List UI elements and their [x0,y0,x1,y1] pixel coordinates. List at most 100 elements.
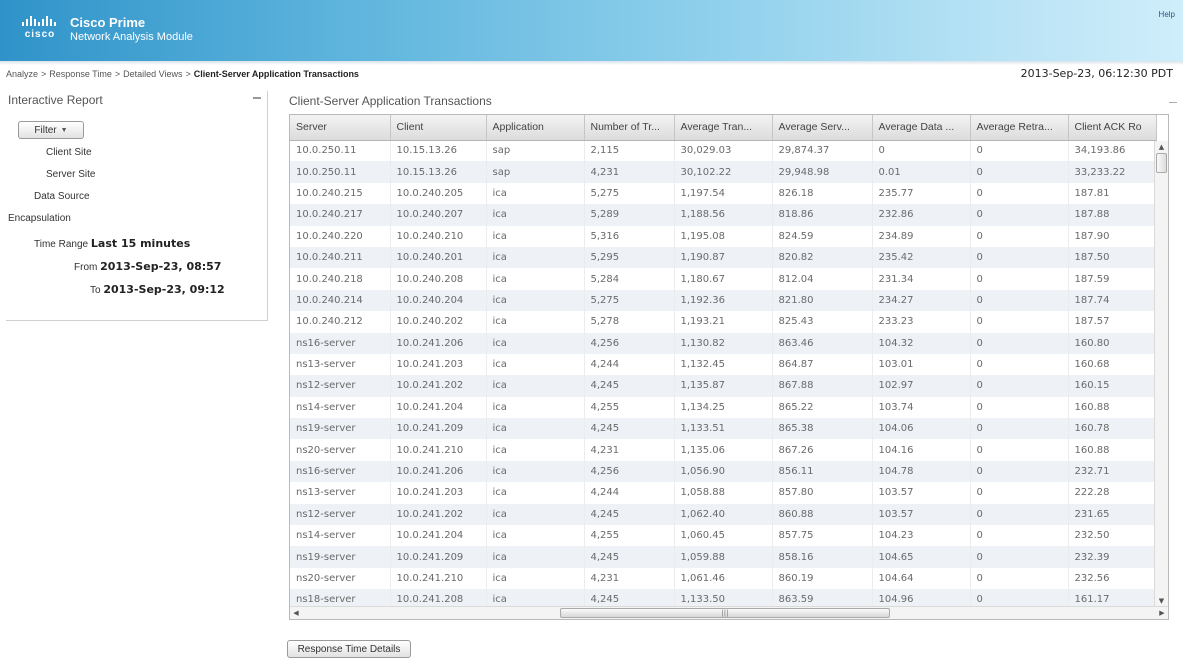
table-row[interactable]: ns13-server 10.0.241.203 ica 4,244 1,058.88 8… [290,482,1157,504]
horizontal-scrollbar[interactable]: ◀ ||| ▶ [290,606,1168,619]
table-row[interactable]: ns20-server 10.0.241.210 ica 4,231 1,061.46 8… [290,567,1157,590]
table-cell: 865.22 [772,396,873,419]
table-cell: 187.88 [1068,204,1157,226]
module-name: Network Analysis Module [70,31,193,43]
column-header[interactable]: Average Retra... [970,115,1069,141]
brand: cisco Cisco Prime Network Analysis Modul… [18,14,193,46]
minimize-icon[interactable] [253,97,261,99]
table-cell: sap [486,161,585,183]
breadcrumb-analyze[interactable]: Analyze [6,69,38,79]
table-row[interactable]: 10.0.250.11 10.15.13.26 sap 4,231 30,102.22 2… [290,161,1157,183]
table-cell: 104.16 [872,439,971,461]
table-row[interactable]: ns13-server 10.0.241.203 ica 4,244 1,132.45 8… [290,353,1157,376]
table-cell: ns12-server [290,503,391,526]
column-header[interactable]: Number of Tr... [584,115,675,141]
table-cell: 4,244 [584,353,675,376]
table-cell: ica [486,503,585,526]
help-link[interactable]: Help [1159,10,1175,19]
table-cell: 0 [970,289,1069,312]
vertical-scroll-thumb[interactable] [1156,153,1167,173]
table-cell: 10.0.241.204 [390,396,487,419]
table-row[interactable]: 10.0.240.211 10.0.240.201 ica 5,295 1,190.87… [290,246,1157,269]
table-cell: 865.38 [772,418,873,440]
table-row[interactable]: 10.0.240.218 10.0.240.208 ica 5,284 1,180.67… [290,268,1157,290]
table-row[interactable]: ns16-server 10.0.241.206 ica 4,256 1,130.82 8… [290,332,1157,354]
time-range-label: Time Range [34,239,89,250]
table-cell: 10.0.241.210 [390,567,487,590]
table-cell: 0 [970,332,1069,354]
table-row[interactable]: 10.0.240.217 10.0.240.207 ica 5,289 1,188.56… [290,204,1157,226]
table-cell: 858.16 [772,546,873,568]
table-cell: ns19-server [290,546,391,568]
breadcrumb-bar: Analyze > Response Time > Detailed Views > Cli… [0,66,1183,84]
column-header[interactable]: Average Data ... [872,115,971,141]
table-row[interactable]: ns20-server 10.0.241.210 ica 4,231 1,135.06 8… [290,439,1157,461]
table-cell: 231.34 [872,268,971,290]
table-row[interactable]: ns14-server 10.0.241.204 ica 4,255 1,060.45 8… [290,525,1157,547]
table-cell: 104.65 [872,546,971,568]
column-header[interactable]: Client [390,115,487,141]
table-cell: 10.0.241.206 [390,460,487,483]
horizontal-scroll-thumb[interactable]: ||| [560,608,890,618]
table-cell: 10.0.240.205 [390,182,487,205]
vertical-scrollbar[interactable]: ▲ ▼ [1154,141,1168,607]
table-row[interactable]: 10.0.240.214 10.0.240.204 ica 5,275 1,192.36… [290,289,1157,312]
table-row[interactable]: 10.0.240.212 10.0.240.202 ica 5,278 1,193.21… [290,311,1157,333]
time-range-row: Time Range Last 15 minutes [34,237,190,250]
table-row[interactable]: ns19-server 10.0.241.209 ica 4,245 1,133.51 8… [290,418,1157,440]
scroll-left-icon[interactable]: ◀ [290,607,302,619]
table-row[interactable]: ns14-server 10.0.241.204 ica 4,255 1,134.25 8… [290,396,1157,419]
column-header[interactable]: Client ACK Ro [1068,115,1157,141]
table-row[interactable]: 10.0.250.11 10.15.13.26 sap 2,115 30,029.03 2… [290,140,1157,162]
table-cell: 102.97 [872,375,971,397]
table-cell: 10.0.241.202 [390,375,487,397]
table-cell: 10.0.241.203 [390,353,487,376]
column-header[interactable]: Average Serv... [772,115,873,141]
filter-button[interactable]: Filter ▼ [18,121,84,139]
logo-wordmark: cisco [24,29,56,40]
breadcrumb-detailed-views[interactable]: Detailed Views [123,69,182,79]
table-cell: ica [486,353,585,376]
table-row[interactable]: ns12-server 10.0.241.202 ica 4,245 1,062.40 8… [290,503,1157,526]
table-cell: 4,245 [584,418,675,440]
table-cell: 0 [970,375,1069,397]
table-cell: ica [486,268,585,290]
table-cell: ica [486,204,585,226]
table-cell: 5,316 [584,225,675,247]
scroll-up-icon[interactable]: ▲ [1155,141,1168,153]
table-cell: 1,059.88 [674,546,773,568]
table-row[interactable]: ns12-server 10.0.241.202 ica 4,245 1,135.87 8… [290,375,1157,397]
table-cell: 10.0.250.11 [290,161,391,183]
table-row[interactable]: 10.0.240.215 10.0.240.205 ica 5,275 1,197.54… [290,182,1157,205]
table-cell: 0 [970,161,1069,183]
table-row[interactable]: 10.0.240.220 10.0.240.210 ica 5,316 1,195.08… [290,225,1157,247]
table-cell: 160.88 [1068,439,1157,461]
table-cell: 856.11 [772,460,873,483]
table-cell: 160.78 [1068,418,1157,440]
table-cell: 10.0.240.214 [290,289,391,312]
report-title: Client-Server Application Transactions [289,94,492,108]
table-cell: 4,256 [584,332,675,354]
table-cell: 160.68 [1068,353,1157,376]
table-cell: 103.01 [872,353,971,376]
table-cell: 232.86 [872,204,971,226]
table-cell: ica [486,460,585,483]
breadcrumb-response-time[interactable]: Response Time [49,69,112,79]
table-cell: 0 [970,225,1069,247]
table-cell: 820.82 [772,246,873,269]
column-header[interactable]: Application [486,115,585,141]
table-cell: ns14-server [290,396,391,419]
table-row[interactable]: ns19-server 10.0.241.209 ica 4,245 1,059.88 8… [290,546,1157,568]
table-cell: 1,134.25 [674,396,773,419]
table-row[interactable]: ns16-server 10.0.241.206 ica 4,256 1,056.90 8… [290,460,1157,483]
column-header[interactable]: Server [290,115,391,141]
table-cell: 10.0.250.11 [290,140,391,162]
minimize-icon[interactable] [1169,102,1177,103]
table-cell: 104.78 [872,460,971,483]
table-cell: 10.0.241.203 [390,482,487,504]
table-cell: 1,132.45 [674,353,773,376]
table-cell: 1,135.06 [674,439,773,461]
column-header[interactable]: Average Tran... [674,115,773,141]
scroll-right-icon[interactable]: ▶ [1156,607,1168,619]
response-time-details-button[interactable]: Response Time Details [287,640,411,658]
